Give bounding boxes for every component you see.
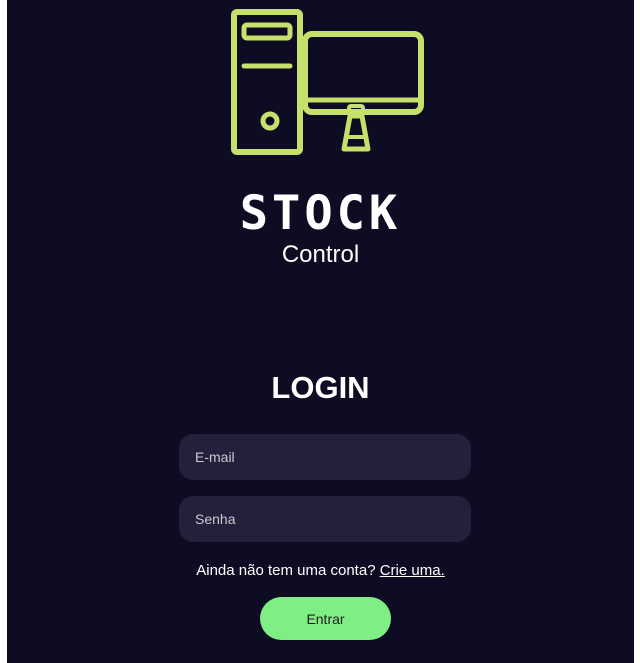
login-title: LOGIN	[271, 370, 370, 405]
brand-name: STOCK	[239, 186, 402, 241]
signup-prompt-text: Ainda não tem uma conta?	[196, 562, 376, 579]
brand-subtitle: Control	[281, 241, 360, 268]
signup-link[interactable]: Crie uma.	[380, 562, 445, 579]
login-page: STOCK Control LOGIN Ainda não tem uma co…	[7, 0, 634, 663]
password-field[interactable]	[179, 496, 471, 542]
email-field[interactable]	[179, 434, 471, 480]
login-submit-button[interactable]: Entrar	[260, 597, 391, 640]
signup-prompt-line: Ainda não tem uma conta? Crie uma.	[7, 561, 634, 581]
computer-icon	[231, 9, 424, 155]
